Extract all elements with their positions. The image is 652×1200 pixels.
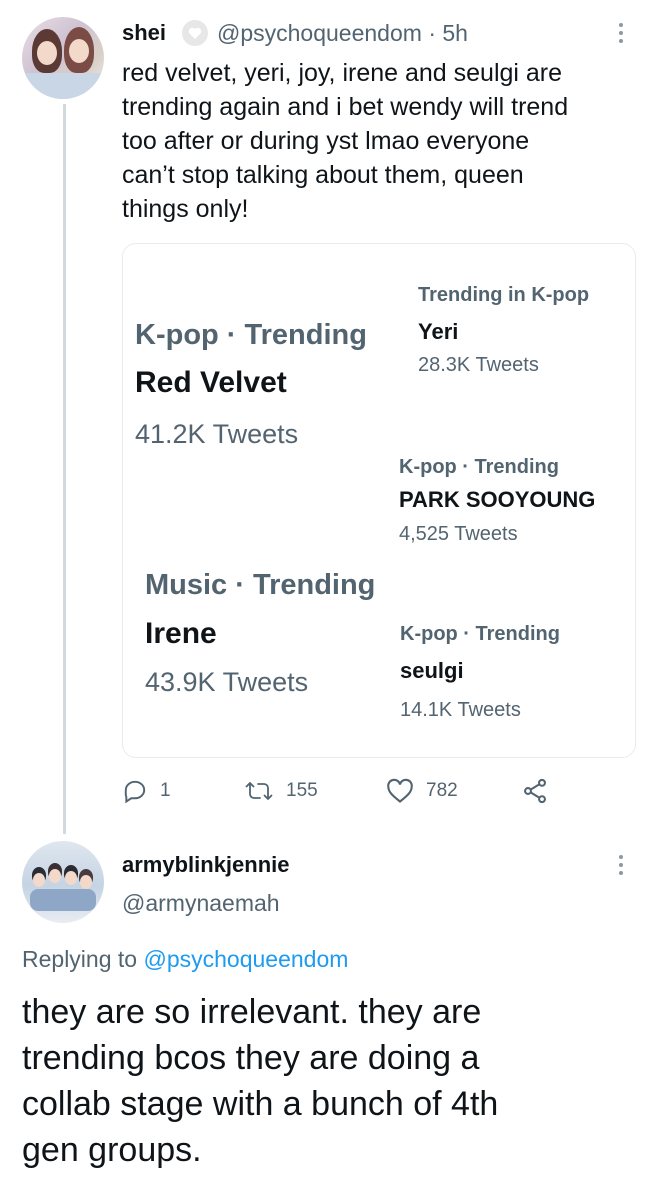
more-vertical-icon[interactable]	[619, 855, 623, 875]
trend-label: K-pop · Trending	[399, 456, 559, 478]
like-count: 782	[426, 780, 458, 801]
tweet-text-line: too after or during yst lmao everyone	[122, 127, 530, 155]
share-button[interactable]	[521, 776, 549, 806]
tweet-text-line: gen groups.	[22, 1131, 202, 1169]
tweet-text: red velvet, yeri, joy, irene and seulgi …	[122, 56, 632, 226]
reply-count: 1	[160, 780, 171, 801]
tweet-text-line: can’t stop talking about them, queen	[122, 161, 524, 189]
tweet-text-line: red velvet, yeri, joy, irene and seulgi …	[122, 59, 563, 87]
trend-label: Trending in K-pop	[418, 284, 590, 306]
thread-line	[63, 104, 66, 834]
trend-count: 14.1K Tweets	[400, 699, 521, 721]
display-name[interactable]: shei	[122, 20, 166, 46]
tweet-text-line: they are so irrelevant. they are	[22, 993, 482, 1031]
trend-label: Music · Trending	[145, 569, 376, 601]
avatar[interactable]	[22, 841, 104, 923]
trend-count: 43.9K Tweets	[145, 667, 309, 697]
trend-count: 28.3K Tweets	[418, 354, 539, 376]
attached-image-card[interactable]: Trending in K-pop Yeri 28.3K Tweets K-po…	[122, 243, 636, 758]
heart-icon	[386, 778, 414, 804]
handle[interactable]: @psychoqueendom · 5h	[217, 20, 468, 47]
trend-title: seulgi	[400, 658, 464, 683]
retweet-icon	[244, 778, 274, 804]
retweet-count: 155	[286, 780, 318, 801]
like-button[interactable]: 782	[386, 776, 458, 806]
timestamp[interactable]: 5h	[442, 20, 468, 46]
tweet-text-line: trending bcos they are doing a	[22, 1039, 480, 1077]
trend-title: Irene	[145, 617, 217, 650]
replying-prefix: Replying to	[22, 946, 138, 972]
replying-to: Replying to @psychoqueendom	[22, 946, 348, 973]
trend-count: 4,525 Tweets	[399, 523, 518, 545]
comment-icon	[122, 778, 148, 804]
handle-text[interactable]: @psychoqueendom	[217, 20, 422, 46]
handle[interactable]: @armynaemah	[122, 890, 280, 917]
trend-label: K-pop · Trending	[135, 319, 367, 351]
tweet-text-line: collab stage with a bunch of 4th	[22, 1085, 499, 1123]
avatar[interactable]	[22, 17, 104, 99]
tweet-text-line: trending again and i bet wendy will tren…	[122, 93, 569, 121]
heart-badge-icon	[181, 19, 209, 47]
reply-button[interactable]: 1	[122, 776, 171, 806]
tweet-text-line: things only!	[122, 195, 249, 223]
display-name[interactable]: armyblinkjennie	[122, 852, 290, 878]
trend-label: K-pop · Trending	[400, 623, 560, 645]
more-vertical-icon[interactable]	[619, 23, 623, 43]
share-icon	[521, 777, 549, 805]
trend-title: PARK SOOYOUNG	[399, 487, 596, 512]
trend-count: 41.2K Tweets	[135, 419, 299, 449]
replying-handle-link[interactable]: @psychoqueendom	[143, 946, 348, 972]
trend-title: Yeri	[418, 319, 459, 344]
tweet-text: they are so irrelevant. they are trendin…	[22, 989, 642, 1173]
retweet-button[interactable]: 155	[244, 776, 318, 806]
trend-title: Red Velvet	[135, 366, 287, 399]
separator-dot: ·	[428, 20, 443, 46]
